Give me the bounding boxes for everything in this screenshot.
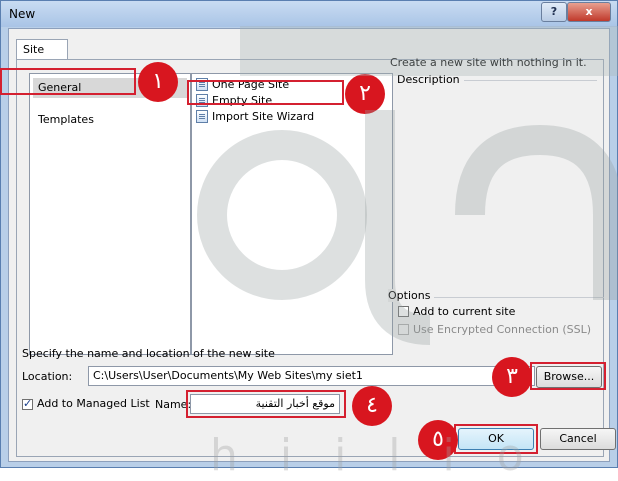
browse-button[interactable]: Browse... xyxy=(536,366,602,388)
template-label: One Page Site xyxy=(212,78,290,91)
ok-button[interactable]: OK xyxy=(458,428,534,450)
location-label: Location: xyxy=(22,370,73,383)
category-item-templates[interactable]: Templates xyxy=(33,110,187,130)
step-marker-4: ٤ xyxy=(352,386,392,426)
help-button[interactable]: ? xyxy=(541,2,567,22)
use-ssl-checkbox[interactable] xyxy=(398,324,409,335)
description-heading: Description xyxy=(397,73,464,86)
window-title: New xyxy=(9,7,36,21)
wizard-icon xyxy=(196,110,208,123)
step-marker-2: ٢ xyxy=(345,74,385,114)
use-ssl-label: Use Encrypted Connection (SSL) xyxy=(413,323,592,336)
step-marker-5: ٥ xyxy=(418,420,458,460)
page-icon xyxy=(196,78,208,91)
category-list[interactable]: General Templates xyxy=(29,73,191,355)
tab-site[interactable]: Site xyxy=(16,39,68,59)
options-heading: Options xyxy=(388,289,435,302)
title-bar: New ? x xyxy=(1,1,617,27)
add-to-current-site-checkbox[interactable] xyxy=(398,306,409,317)
name-label: Name: xyxy=(155,398,192,411)
template-list[interactable]: One Page Site Empty Site Import Site Wiz… xyxy=(191,73,393,355)
cancel-button[interactable]: Cancel xyxy=(540,428,616,450)
add-to-current-site-label: Add to current site xyxy=(413,305,516,318)
add-to-managed-list-label: Add to Managed List xyxy=(37,397,150,410)
step-marker-1: ١ xyxy=(138,62,178,102)
description-text: Create a new site with nothing in it. xyxy=(390,56,587,69)
step-marker-3: ٣ xyxy=(492,357,532,397)
page-icon xyxy=(196,94,208,107)
site-name-input[interactable]: موقع أخبار التقنية xyxy=(190,394,340,414)
template-item-import-site-wizard[interactable]: Import Site Wizard xyxy=(194,109,314,125)
template-label: Empty Site xyxy=(212,94,273,107)
add-to-managed-list-checkbox[interactable] xyxy=(22,397,33,410)
template-label: Import Site Wizard xyxy=(212,110,315,123)
close-button[interactable]: x xyxy=(567,2,611,22)
template-item-one-page-site[interactable]: One Page Site xyxy=(194,77,289,93)
location-prompt: Specify the name and location of the new… xyxy=(22,347,275,360)
template-item-empty-site[interactable]: Empty Site xyxy=(194,93,272,109)
location-input[interactable]: C:\Users\User\Documents\My Web Sites\my … xyxy=(88,366,535,386)
